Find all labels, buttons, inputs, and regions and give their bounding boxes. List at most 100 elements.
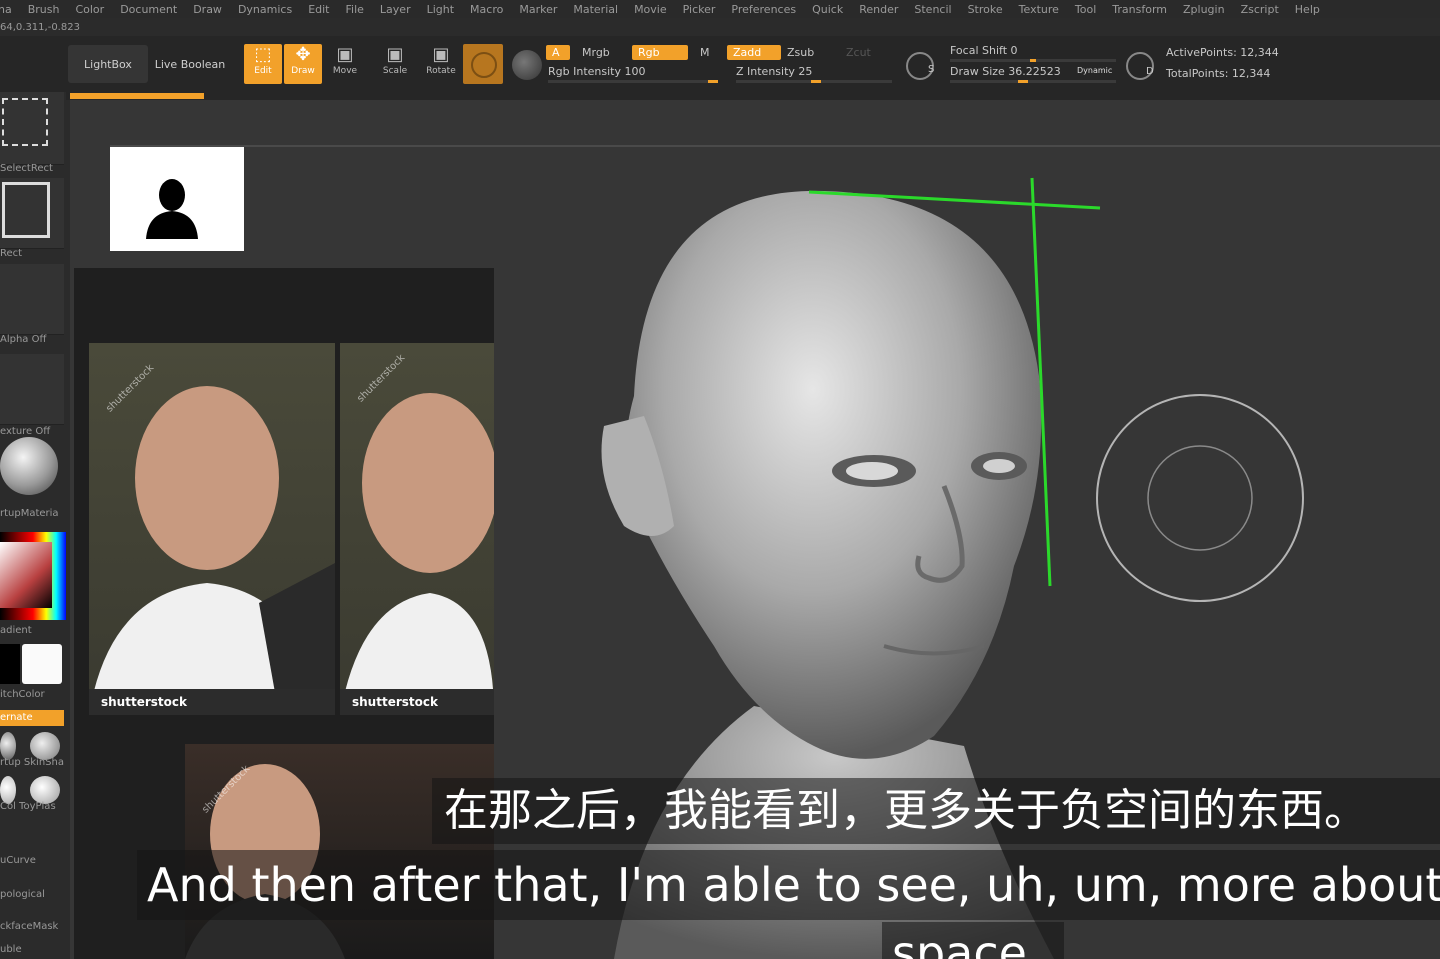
- rotate-label: Rotate: [426, 66, 456, 76]
- draw-label: Draw: [291, 66, 315, 76]
- zsub-toggle[interactable]: Zsub: [787, 46, 814, 59]
- menu-item-help[interactable]: Help: [1295, 3, 1320, 16]
- a-toggle[interactable]: A: [546, 45, 570, 60]
- zcut-toggle[interactable]: Zcut: [846, 46, 871, 59]
- silhouette-icon: [146, 179, 198, 239]
- rotate-icon: ▣: [432, 44, 450, 65]
- menu-item-ha[interactable]: ha: [0, 3, 12, 16]
- menu-item-dynamics[interactable]: Dynamics: [238, 3, 292, 16]
- brush-inner-ring: [1147, 445, 1253, 551]
- move-label: Move: [332, 66, 358, 76]
- color-swatch-icon[interactable]: [512, 50, 542, 80]
- menu-item-stroke[interactable]: Stroke: [968, 3, 1003, 16]
- focal-shift-slider[interactable]: [950, 59, 1116, 62]
- z-intensity-slider[interactable]: [736, 80, 892, 83]
- document-thumbnail[interactable]: [110, 147, 244, 251]
- draw-icon: ✥: [295, 44, 311, 65]
- rotate-button[interactable]: ▣ Rotate: [422, 44, 460, 84]
- menu-item-edit[interactable]: Edit: [308, 3, 329, 16]
- topological-label[interactable]: pological: [0, 889, 45, 900]
- rgb-intensity-slider[interactable]: [548, 80, 718, 83]
- rect-icon: [2, 182, 50, 238]
- subtitle-english-line2: space.: [882, 922, 1064, 959]
- rect-label: Rect: [0, 248, 23, 259]
- alpha-slot[interactable]: [0, 264, 64, 335]
- secondary-color-swatch[interactable]: [0, 644, 20, 684]
- menu-item-document[interactable]: Document: [120, 3, 177, 16]
- rgb-toggle[interactable]: Rgb: [632, 45, 688, 60]
- lightbox-button[interactable]: LightBox: [68, 45, 148, 83]
- left-eye: [846, 462, 898, 480]
- scale-label: Scale: [382, 66, 408, 76]
- edit-label: Edit: [254, 66, 272, 76]
- brand-bar-2: shutterstock: [340, 689, 494, 715]
- move-icon: ▣: [336, 44, 354, 65]
- menu-item-preferences[interactable]: Preferences: [731, 3, 796, 16]
- alpha-off-label: Alpha Off: [0, 334, 47, 345]
- texture-slot[interactable]: [0, 354, 64, 425]
- material-preview-2[interactable]: [30, 732, 60, 760]
- draw-button[interactable]: ✥ Draw: [284, 44, 322, 84]
- material-sphere-icon[interactable]: [0, 437, 58, 495]
- menu-item-file[interactable]: File: [346, 3, 364, 16]
- subtitle-chinese: 在那之后，我能看到，更多关于负空间的东西。: [432, 778, 1440, 844]
- double-label[interactable]: uble: [0, 944, 22, 955]
- rgb-intensity-label: Rgb Intensity 100: [548, 65, 646, 78]
- selectrect-slot[interactable]: [0, 92, 64, 165]
- menu-item-transform[interactable]: Transform: [1112, 3, 1167, 16]
- menu-item-stencil[interactable]: Stencil: [914, 3, 951, 16]
- move-button[interactable]: ▣ Move: [326, 44, 364, 84]
- mrgb-toggle[interactable]: Mrgb: [582, 46, 610, 59]
- menu-item-texture[interactable]: Texture: [1019, 3, 1059, 16]
- reference-photo-2[interactable]: shutterstock shutterstock: [340, 343, 494, 715]
- material-preview-4[interactable]: [30, 776, 60, 804]
- lightbox-active-indicator: [70, 93, 204, 99]
- edit-icon: ⬚: [254, 44, 272, 65]
- menu-item-picker[interactable]: Picker: [683, 3, 716, 16]
- m-toggle[interactable]: M: [700, 46, 710, 59]
- menu-item-render[interactable]: Render: [859, 3, 898, 16]
- d-label: D: [1146, 66, 1154, 77]
- primary-color-swatch[interactable]: [22, 644, 62, 684]
- selectrect-icon: [2, 98, 48, 146]
- menu-item-light[interactable]: Light: [427, 3, 454, 16]
- color-picker[interactable]: [0, 532, 66, 620]
- dynamic-toggle[interactable]: Dynamic: [1077, 66, 1112, 75]
- material-label: rtupMateria: [0, 508, 59, 519]
- menu-item-tool[interactable]: Tool: [1075, 3, 1096, 16]
- menu-item-brush[interactable]: Brush: [28, 3, 60, 16]
- startup-skin-label: rtup SkinSha: [0, 757, 64, 768]
- material-preview-1[interactable]: [0, 732, 16, 760]
- brand-bar-1: shutterstock: [89, 689, 335, 715]
- brush-outer-ring: [1096, 394, 1304, 602]
- menu-item-layer[interactable]: Layer: [380, 3, 411, 16]
- zadd-toggle[interactable]: Zadd: [727, 45, 781, 60]
- backfacemask-label[interactable]: ckfaceMask: [0, 921, 58, 932]
- menu-item-marker[interactable]: Marker: [519, 3, 557, 16]
- rect-slot[interactable]: [0, 178, 64, 249]
- material-swatch[interactable]: [463, 44, 503, 84]
- alternate-toggle[interactable]: ernate: [0, 710, 64, 726]
- left-shelf: SelectRect Rect Alpha Off exture Off rtu…: [0, 92, 66, 959]
- live-boolean-button[interactable]: Live Boolean: [150, 45, 230, 83]
- switchcolor-label[interactable]: itchColor: [0, 689, 45, 700]
- material-preview-3[interactable]: [0, 776, 16, 804]
- texture-off-label: exture Off: [0, 426, 51, 437]
- curve-label[interactable]: uCurve: [0, 855, 36, 866]
- draw-size-slider[interactable]: [950, 80, 1116, 83]
- menu-item-material[interactable]: Material: [573, 3, 618, 16]
- menu-item-macro[interactable]: Macro: [470, 3, 503, 16]
- menu-item-color[interactable]: Color: [75, 3, 104, 16]
- edit-button[interactable]: ⬚ Edit: [244, 44, 282, 84]
- menu-item-movie[interactable]: Movie: [634, 3, 667, 16]
- reference-photo-1[interactable]: shutterstock shutterstock: [89, 343, 335, 715]
- menu-item-quick[interactable]: Quick: [812, 3, 843, 16]
- coordinate-readout: 64,0.311,-0.823: [0, 22, 80, 33]
- scale-button[interactable]: ▣ Scale: [376, 44, 414, 84]
- subtitle-english: And then after that, I'm able to see, uh…: [137, 850, 1440, 920]
- menu-item-zscript[interactable]: Zscript: [1241, 3, 1279, 16]
- menu-item-zplugin[interactable]: Zplugin: [1183, 3, 1225, 16]
- z-intensity-label: Z Intensity 25: [736, 65, 813, 78]
- active-points: ActivePoints: 12,344: [1166, 46, 1279, 59]
- menu-item-draw[interactable]: Draw: [193, 3, 222, 16]
